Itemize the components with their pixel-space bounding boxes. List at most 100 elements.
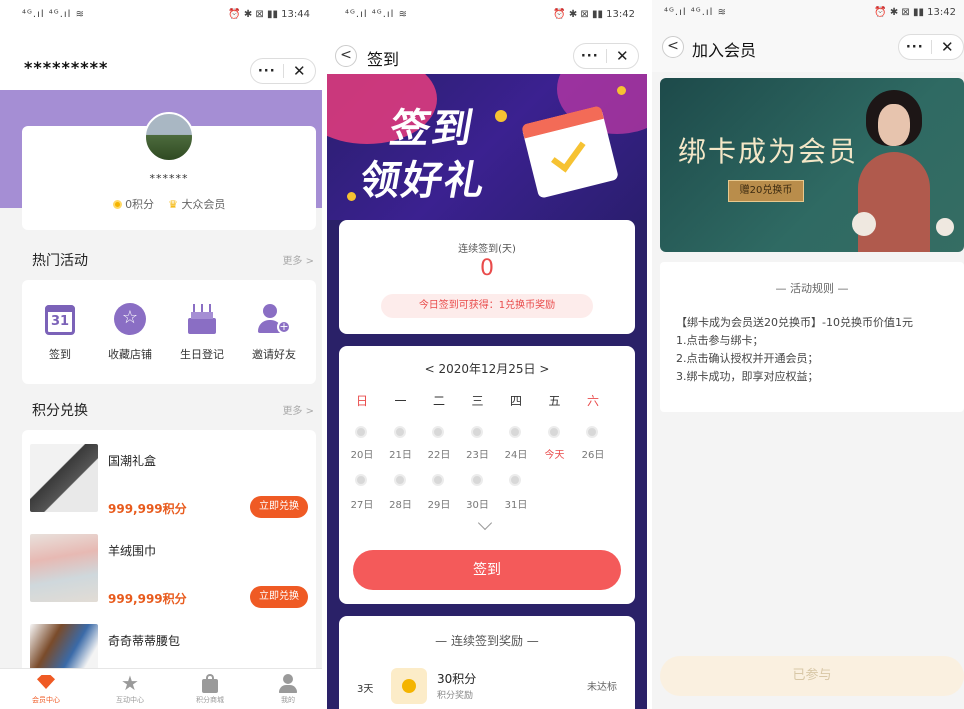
status-right: ⏰ ✱ ⊠ ▮▮ 13:44 [228, 9, 310, 20]
status-bar: ⁴ᴳ.ıl ⁴ᴳ.ıl ≋ ⏰ ✱ ⊠ ▮▮ 13:42 [327, 0, 647, 26]
signal-icons: ⁴ᴳ.ıl ⁴ᴳ.ıl ≋ [345, 9, 408, 20]
product-list: 国潮礼盒 999,999积分 立即兑换 羊绒围巾 999,999积分 立即兑换 … [22, 430, 316, 675]
calendar-day[interactable]: 27日 [343, 496, 381, 511]
mini-program-capsule[interactable]: ··· ✕ [898, 34, 964, 60]
tab-interaction-center[interactable]: ★ 互动中心 [100, 673, 160, 705]
day-status-dot [393, 474, 406, 486]
clock: 13:42 [606, 9, 635, 20]
member-level[interactable]: 大众会员 [181, 198, 225, 211]
points-label[interactable]: 0积分 [125, 198, 154, 211]
more-menu-button[interactable]: ··· [251, 64, 283, 79]
mini-program-capsule[interactable]: ··· ✕ [573, 43, 639, 69]
points-exchange-more-link[interactable]: 更多 > [282, 402, 314, 417]
check-mark-icon [551, 134, 586, 173]
status-icons: ⏰ ✱ ⊠ ▮▮ [553, 9, 603, 20]
calendar-day[interactable]: 26日 [574, 446, 612, 461]
day-status-dot [432, 474, 444, 486]
calendar-day[interactable]: 21日 [382, 446, 420, 461]
coin-reward-icon [391, 668, 427, 704]
calendar-day[interactable]: 29日 [420, 496, 458, 511]
calendar-icon: 31 [43, 302, 77, 336]
avatar[interactable] [144, 112, 194, 162]
back-button[interactable]: < [335, 45, 357, 67]
member-center-screen: ⁴ᴳ.ıl ⁴ᴳ.ıl ≋ ⏰ ✱ ⊠ ▮▮ 13:44 ********* ·… [0, 0, 322, 709]
streak-card: 连续签到(天) 0 今日签到可获得：1兑换币奖励 [339, 220, 635, 334]
activity-favorite-store[interactable]: ☆ 收藏店铺 [100, 302, 160, 362]
calendar-day[interactable]: 30日 [459, 496, 497, 511]
coin-icon [347, 192, 356, 201]
signal-icons: ⁴ᴳ.ıl ⁴ᴳ.ıl ≋ [664, 7, 727, 18]
more-menu-button[interactable]: ··· [574, 49, 606, 64]
join-member-screen: ⁴ᴳ.ıl ⁴ᴳ.ıl ≋ ⏰ ✱ ⊠ ▮▮ 13:42 < 加入会员 ··· … [652, 0, 964, 709]
joined-button[interactable]: 已参与 [660, 656, 964, 696]
page-title: 加入会员 [692, 41, 757, 60]
weekday-label: 日 [355, 394, 368, 408]
product-points: 999,999积分 [108, 502, 187, 516]
calendar-day: 31 [50, 314, 70, 329]
coin-icon [617, 86, 626, 95]
tab-label: 会员中心 [32, 696, 60, 704]
calendar-day[interactable]: 23日 [459, 446, 497, 461]
shopping-bag-icon [199, 673, 221, 693]
tab-points-mall[interactable]: 积分商城 [180, 673, 240, 705]
calendar-day[interactable]: 今天 [536, 446, 574, 461]
close-button[interactable]: ✕ [607, 47, 639, 65]
add-user-icon: + [257, 302, 291, 336]
back-button[interactable]: < [662, 36, 684, 58]
activities-card: 31 签到 ☆ 收藏店铺 生日登记 + 邀请好友 [22, 280, 316, 384]
day-status-dot [355, 426, 367, 438]
username: ****** [149, 172, 189, 185]
weekday-label: 一 [394, 394, 407, 408]
redeem-button[interactable]: 立即兑换 [250, 586, 308, 608]
list-item[interactable]: 国潮礼盒 999,999积分 立即兑换 [22, 438, 316, 528]
weekday-label: 三 [471, 394, 484, 408]
redeem-button[interactable]: 立即兑换 [250, 496, 308, 518]
day-status-dot [509, 426, 521, 438]
banner-title: 绑卡成为会员 [678, 135, 859, 168]
reward-day: 3天 [357, 684, 374, 695]
close-button[interactable]: ✕ [284, 62, 316, 80]
calendar-day[interactable]: 22日 [420, 446, 458, 461]
list-item[interactable]: 羊绒围巾 999,999积分 立即兑换 [22, 528, 316, 618]
calendar-day[interactable]: 24日 [497, 446, 535, 461]
more-menu-button[interactable]: ··· [899, 40, 931, 55]
calendar-day[interactable]: 28日 [382, 496, 420, 511]
calendar-day[interactable]: 31日 [497, 496, 535, 511]
activity-sign-in[interactable]: 31 签到 [30, 302, 90, 362]
page-title: 签到 [367, 50, 400, 69]
tab-mine[interactable]: 我的 [258, 673, 318, 705]
activity-rules-card: — 活动规则 — 【绑卡成为会员送20兑换币】-10兑换币价值1元 1.点击参与… [660, 262, 964, 412]
hot-activities-more-link[interactable]: 更多 > [282, 252, 314, 267]
activity-birthday[interactable]: 生日登记 [172, 302, 232, 362]
reward-title: — 连续签到奖励 — [435, 634, 539, 648]
signal-icons: ⁴ᴳ.ıl ⁴ᴳ.ıl ≋ [22, 9, 85, 20]
product-image [30, 444, 98, 512]
flower-decoration [852, 212, 876, 236]
gem-icon [35, 673, 57, 693]
product-name: 国潮礼盒 [108, 454, 157, 468]
expand-chevron-icon[interactable] [477, 515, 493, 531]
status-right: ⏰ ✱ ⊠ ▮▮ 13:42 [553, 9, 635, 20]
cake-icon [185, 302, 219, 336]
month-selector[interactable]: < 2020年12月25日 > [339, 360, 635, 377]
star-icon: ★ [121, 671, 139, 695]
activity-label: 收藏店铺 [108, 348, 152, 361]
tab-member-center[interactable]: 会员中心 [16, 673, 76, 705]
sign-in-button[interactable]: 签到 [353, 550, 621, 590]
hot-activities-title: 热门活动 [32, 253, 88, 269]
rule-line: 1.点击参与绑卡； [676, 334, 764, 347]
user-icon [277, 673, 299, 693]
close-button[interactable]: ✕ [932, 38, 964, 56]
clock: 13:42 [927, 7, 956, 18]
bind-card-banner[interactable]: 绑卡成为会员 赠20兑换币 [660, 78, 964, 252]
rule-line: 【绑卡成为会员送20兑换币】-10兑换币价值1元 [676, 316, 913, 329]
rule-line: 2.点击确认授权并开通会员； [676, 352, 819, 365]
calendar-day[interactable]: 20日 [343, 446, 381, 461]
list-item[interactable]: 奇奇蒂蒂腰包 [22, 618, 316, 675]
coin-icon [495, 110, 507, 122]
activity-invite-friends[interactable]: + 邀请好友 [244, 302, 304, 362]
sign-in-screen: ⁴ᴳ.ıl ⁴ᴳ.ıl ≋ ⏰ ✱ ⊠ ▮▮ 13:42 < 签到 ··· ✕ … [327, 0, 647, 709]
mini-program-capsule[interactable]: ··· ✕ [250, 58, 316, 84]
activity-label: 生日登记 [180, 348, 224, 361]
streak-label: 连续签到(天) [458, 244, 516, 255]
